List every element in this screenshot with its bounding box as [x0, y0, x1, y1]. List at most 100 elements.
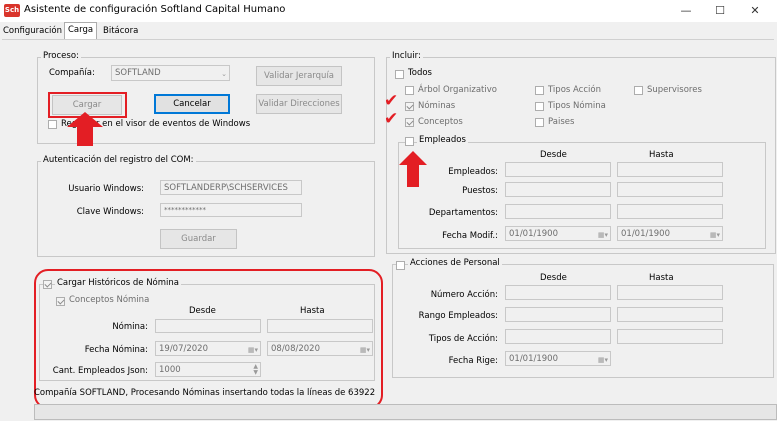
historicos-label: Cargar Históricos de Nómina: [55, 278, 181, 288]
progress-bar: [34, 404, 777, 420]
nomina-label: Nómina:: [112, 322, 148, 332]
departamentos-hasta-input[interactable]: [617, 204, 723, 219]
fecha-modif-hasta-input[interactable]: 01/01/1900 ▦▾: [617, 226, 723, 241]
chevron-down-icon: ⌄: [221, 70, 227, 78]
tipos-de-accion-hasta-input[interactable]: [617, 329, 723, 344]
historicos-checkbox[interactable]: [43, 280, 52, 289]
spinner-arrows-icon[interactable]: ▲ ▼: [253, 364, 258, 376]
empleados-hasta-header: Hasta: [649, 150, 674, 160]
guardar-button[interactable]: Guardar: [160, 229, 237, 249]
empleados-desde-header: Desde: [540, 150, 567, 160]
checkmark-annotation-icon: ✔: [384, 109, 399, 129]
fecha-rige-input[interactable]: 01/01/1900 ▦▾: [505, 351, 611, 366]
departamentos-desde-input[interactable]: [505, 204, 611, 219]
nominas-label: Nóminas: [418, 101, 456, 111]
arrow-up-annotation-icon: [67, 112, 103, 146]
empleados-checkbox[interactable]: [405, 137, 414, 146]
minimize-button[interactable]: —: [669, 2, 703, 20]
fecha-modif-label: Fecha Modif.:: [442, 231, 498, 241]
registrar-checkbox[interactable]: [48, 120, 57, 129]
cant-empleados-label: Cant. Empleados Json:: [52, 366, 148, 376]
nomina-desde-input[interactable]: [155, 319, 261, 333]
conceptos-nomina-label: Conceptos Nómina: [69, 295, 150, 305]
nominas-checkbox[interactable]: [405, 102, 414, 111]
acciones-group-label: Acciones de Personal: [408, 258, 502, 268]
calendar-icon[interactable]: ▦▾: [710, 228, 720, 242]
maximize-button[interactable]: ☐: [703, 2, 737, 20]
conceptos-checkbox[interactable]: [405, 118, 414, 127]
fecha-rige-value: 01/01/1900: [509, 354, 558, 364]
proceso-group-label: Proceso:: [41, 51, 81, 61]
fecha-nomina-hasta-value: 08/08/2020: [271, 344, 320, 354]
rango-empleados-desde-input[interactable]: [505, 307, 611, 322]
fecha-nomina-desde-input[interactable]: 19/07/2020 ▦▾: [155, 341, 261, 356]
validar-direcciones-button[interactable]: Validar Direcciones: [256, 94, 342, 114]
puestos-desde-input[interactable]: [505, 182, 611, 197]
todos-label: Todos: [408, 68, 432, 78]
tab-configuracion[interactable]: Configuración: [0, 24, 65, 38]
company-label: Compañía:: [49, 68, 95, 78]
arbol-checkbox[interactable]: [405, 86, 414, 95]
conceptos-label: Conceptos: [418, 117, 463, 127]
usuario-label: Usuario Windows:: [68, 184, 144, 194]
acciones-hasta-header: Hasta: [649, 273, 674, 283]
historicos-hasta-header: Hasta: [300, 306, 325, 316]
arbol-label: Árbol Organizativo: [418, 85, 497, 95]
numero-accion-hasta-input[interactable]: [617, 285, 723, 300]
calendar-icon[interactable]: ▦▾: [360, 343, 370, 357]
conceptos-nomina-checkbox[interactable]: [56, 297, 65, 306]
paises-checkbox[interactable]: [535, 118, 544, 127]
empleados-group-label: Empleados: [417, 135, 468, 145]
cant-empleados-stepper[interactable]: 1000 ▲ ▼: [155, 362, 261, 377]
company-select[interactable]: SOFTLAND ⌄: [111, 65, 230, 81]
usuario-input[interactable]: SOFTLANDERP\SCHSERVICES: [160, 180, 302, 195]
window-title: Asistente de configuración Softland Capi…: [24, 4, 286, 15]
fecha-nomina-hasta-input[interactable]: 08/08/2020 ▦▾: [267, 341, 373, 356]
rango-empleados-label: Rango Empleados:: [418, 311, 498, 321]
fecha-modif-desde-value: 01/01/1900: [509, 229, 558, 239]
tipos-accion-checkbox[interactable]: [535, 86, 544, 95]
cant-empleados-value: 1000: [159, 365, 181, 375]
tipos-nomina-checkbox[interactable]: [535, 102, 544, 111]
fecha-nomina-desde-value: 19/07/2020: [159, 344, 208, 354]
cancelar-button[interactable]: Cancelar: [154, 94, 230, 114]
fecha-nomina-label: Fecha Nómina:: [84, 345, 148, 355]
historicos-desde-header: Desde: [189, 306, 216, 316]
auth-group-label: Autenticación del registro del COM:: [41, 155, 196, 165]
acciones-checkbox[interactable]: [396, 261, 405, 270]
todos-checkbox[interactable]: [395, 70, 404, 79]
paises-label: Paises: [548, 117, 575, 127]
fecha-modif-hasta-value: 01/01/1900: [621, 229, 670, 239]
empleados-hasta-input[interactable]: [617, 162, 723, 177]
numero-accion-label: Número Acción:: [430, 290, 498, 300]
tab-bitacora[interactable]: Bitácora: [100, 24, 141, 38]
supervisores-label: Supervisores: [647, 85, 702, 95]
rango-empleados-hasta-input[interactable]: [617, 307, 723, 322]
calendar-icon[interactable]: ▦▾: [598, 228, 608, 242]
fecha-modif-desde-input[interactable]: 01/01/1900 ▦▾: [505, 226, 611, 241]
clave-label: Clave Windows:: [76, 207, 144, 217]
app-icon: Sch: [4, 4, 20, 17]
fecha-rige-label: Fecha Rige:: [448, 356, 498, 366]
validar-jerarquia-button[interactable]: Validar Jerarquía: [256, 66, 342, 86]
clave-input[interactable]: ************: [160, 203, 302, 217]
numero-accion-desde-input[interactable]: [505, 285, 611, 300]
tab-carga[interactable]: Carga: [64, 22, 98, 40]
acciones-desde-header: Desde: [540, 273, 567, 283]
title-bar: Sch Asistente de configuración Softland …: [0, 0, 777, 22]
close-button[interactable]: ✕: [738, 2, 772, 20]
puestos-hasta-input[interactable]: [617, 182, 723, 197]
calendar-icon[interactable]: ▦▾: [248, 343, 258, 357]
puestos-label: Puestos:: [462, 186, 498, 196]
incluir-group-label: Incluir:: [390, 51, 423, 61]
supervisores-checkbox[interactable]: [634, 86, 643, 95]
nomina-hasta-input[interactable]: [267, 319, 373, 333]
departamentos-label: Departamentos:: [428, 208, 498, 218]
empleados-desde-input[interactable]: [505, 162, 611, 177]
calendar-icon[interactable]: ▦▾: [598, 353, 608, 367]
tipos-accion-label: Tipos Acción: [548, 85, 601, 95]
tipos-de-accion-desde-input[interactable]: [505, 329, 611, 344]
empleados-label: Empleados:: [448, 167, 498, 177]
checkmark-annotation-icon: ✔: [384, 91, 399, 111]
tab-strip: Configuración Carga Bitácora: [0, 22, 777, 40]
